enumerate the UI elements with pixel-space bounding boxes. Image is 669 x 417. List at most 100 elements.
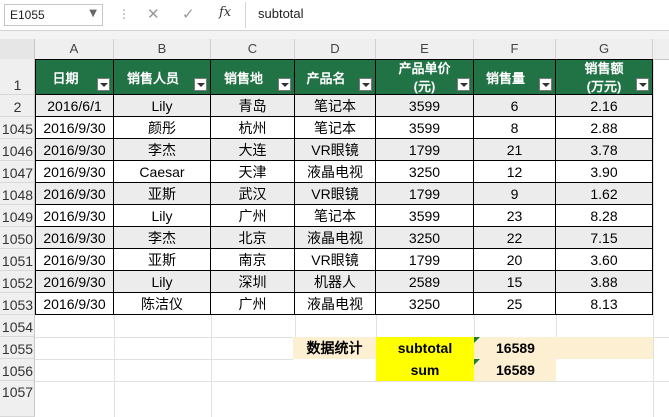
cell-location[interactable]: 大连 xyxy=(211,139,295,161)
cell-quantity[interactable]: 23 xyxy=(474,205,556,227)
cell-product[interactable]: VR眼镜 xyxy=(295,183,376,205)
cell-quantity[interactable]: 8 xyxy=(474,117,556,139)
row-header[interactable]: 1046 xyxy=(0,139,35,161)
cell-salesperson[interactable]: 亚斯 xyxy=(114,249,211,271)
cell-date[interactable]: 2016/9/30 xyxy=(35,293,114,315)
cell-date[interactable]: 2016/9/30 xyxy=(35,183,114,205)
cell-quantity[interactable]: 15 xyxy=(474,271,556,293)
cell-product[interactable]: VR眼镜 xyxy=(295,139,376,161)
cell-unit-price[interactable]: 3250 xyxy=(376,293,474,315)
cell-date[interactable]: 2016/9/30 xyxy=(35,161,114,183)
row-header[interactable]: 1047 xyxy=(0,161,35,183)
cell-product[interactable]: 笔记本 xyxy=(295,95,376,117)
cell-salesperson[interactable]: 李杰 xyxy=(114,139,211,161)
cell-location[interactable]: 南京 xyxy=(211,249,295,271)
cell-date[interactable]: 2016/6/1 xyxy=(35,95,114,117)
filter-dropdown-icon[interactable] xyxy=(359,78,372,91)
cell-salesperson[interactable]: Lily xyxy=(114,95,211,117)
cell-unit-price[interactable]: 3599 xyxy=(376,117,474,139)
cell-amount[interactable]: 8.13 xyxy=(556,293,653,315)
column-header-d[interactable]: D xyxy=(295,39,376,59)
row-header[interactable]: 1054 xyxy=(0,315,35,337)
cell-salesperson[interactable]: Lily xyxy=(114,271,211,293)
name-box[interactable]: E1055 ▼ xyxy=(4,4,103,26)
chevron-down-icon[interactable]: ▼ xyxy=(89,8,97,19)
cell-amount[interactable]: 1.62 xyxy=(556,183,653,205)
column-header-a[interactable]: A xyxy=(35,39,114,59)
cell-amount[interactable]: 3.60 xyxy=(556,249,653,271)
sum-label-cell[interactable]: sum xyxy=(376,359,474,381)
cell-salesperson[interactable]: 陈洁仪 xyxy=(114,293,211,315)
row-header[interactable]: 1055 xyxy=(0,337,35,359)
cell-date[interactable]: 2016/9/30 xyxy=(35,205,114,227)
row-header[interactable]: 1049 xyxy=(0,205,35,227)
cell-location[interactable]: 武汉 xyxy=(211,183,295,205)
cell-amount[interactable]: 2.88 xyxy=(556,117,653,139)
cell-amount[interactable]: 8.28 xyxy=(556,205,653,227)
column-header-f[interactable]: F xyxy=(474,39,556,59)
insert-function-icon[interactable]: fx xyxy=(219,5,231,20)
column-header-e[interactable]: E xyxy=(376,39,474,59)
sum-value-cell[interactable]: 16589 xyxy=(474,359,556,381)
row-header[interactable]: 1048 xyxy=(0,183,35,205)
cell-quantity[interactable]: 21 xyxy=(474,139,556,161)
row-header[interactable]: 1056 xyxy=(0,359,35,381)
cell-product[interactable]: 笔记本 xyxy=(295,117,376,139)
cell-salesperson[interactable]: 李杰 xyxy=(114,227,211,249)
row-header[interactable]: 1 xyxy=(0,59,35,95)
cell-quantity[interactable]: 25 xyxy=(474,293,556,315)
cell-location[interactable]: 广州 xyxy=(211,205,295,227)
select-all-corner[interactable] xyxy=(0,39,35,59)
cell-unit-price[interactable]: 1799 xyxy=(376,139,474,161)
cell-location[interactable]: 青岛 xyxy=(211,95,295,117)
cell-salesperson[interactable]: 亚斯 xyxy=(114,183,211,205)
filter-dropdown-icon[interactable] xyxy=(636,78,649,91)
cell-quantity[interactable]: 22 xyxy=(474,227,556,249)
filter-dropdown-icon[interactable] xyxy=(278,78,291,91)
cell-unit-price[interactable]: 3250 xyxy=(376,227,474,249)
cell-quantity[interactable]: 9 xyxy=(474,183,556,205)
cell-product[interactable]: 液晶电视 xyxy=(295,161,376,183)
cell-salesperson[interactable]: Caesar xyxy=(114,161,211,183)
row-header[interactable]: 1053 xyxy=(0,293,35,315)
formula-input[interactable]: subtotal xyxy=(258,6,304,21)
cell-location[interactable]: 杭州 xyxy=(211,117,295,139)
column-header-g[interactable]: G xyxy=(556,39,653,59)
subtotal-label-cell[interactable]: subtotal xyxy=(376,337,474,359)
summary-label[interactable]: 数据统计 xyxy=(293,337,376,359)
cell-product[interactable]: 液晶电视 xyxy=(295,293,376,315)
filter-dropdown-icon[interactable] xyxy=(97,78,110,91)
cell-amount[interactable]: 3.88 xyxy=(556,271,653,293)
cell-quantity[interactable]: 12 xyxy=(474,161,556,183)
subtotal-value-cell[interactable]: 16589 xyxy=(474,337,653,359)
cell-unit-price[interactable]: 3250 xyxy=(376,161,474,183)
row-header[interactable]: 1045 xyxy=(0,117,35,139)
filter-dropdown-icon[interactable] xyxy=(194,78,207,91)
cell-location[interactable]: 天津 xyxy=(211,161,295,183)
cell-quantity[interactable]: 6 xyxy=(474,95,556,117)
column-header-c[interactable]: C xyxy=(211,39,295,59)
column-header-h[interactable] xyxy=(653,39,669,59)
cell-product[interactable]: 笔记本 xyxy=(295,205,376,227)
cancel-icon[interactable]: ✕ xyxy=(147,5,160,23)
cell-unit-price[interactable]: 3599 xyxy=(376,95,474,117)
row-header[interactable]: 1057 xyxy=(0,381,35,417)
column-header-b[interactable]: B xyxy=(114,39,211,59)
cell-date[interactable]: 2016/9/30 xyxy=(35,117,114,139)
cell-date[interactable]: 2016/9/30 xyxy=(35,271,114,293)
cell-location[interactable]: 深圳 xyxy=(211,271,295,293)
cell-product[interactable]: VR眼镜 xyxy=(295,249,376,271)
row-header[interactable]: 1051 xyxy=(0,249,35,271)
cell-salesperson[interactable]: Lily xyxy=(114,205,211,227)
cell-amount[interactable]: 3.78 xyxy=(556,139,653,161)
row-header[interactable]: 2 xyxy=(0,95,35,117)
cell-product[interactable]: 液晶电视 xyxy=(295,227,376,249)
cell-unit-price[interactable]: 2589 xyxy=(376,271,474,293)
cell-salesperson[interactable]: 颜彤 xyxy=(114,117,211,139)
cell-unit-price[interactable]: 3599 xyxy=(376,205,474,227)
cell-quantity[interactable]: 20 xyxy=(474,249,556,271)
cell-unit-price[interactable]: 1799 xyxy=(376,183,474,205)
cell-amount[interactable]: 3.90 xyxy=(556,161,653,183)
cell-product[interactable]: 机器人 xyxy=(295,271,376,293)
cell-unit-price[interactable]: 1799 xyxy=(376,249,474,271)
